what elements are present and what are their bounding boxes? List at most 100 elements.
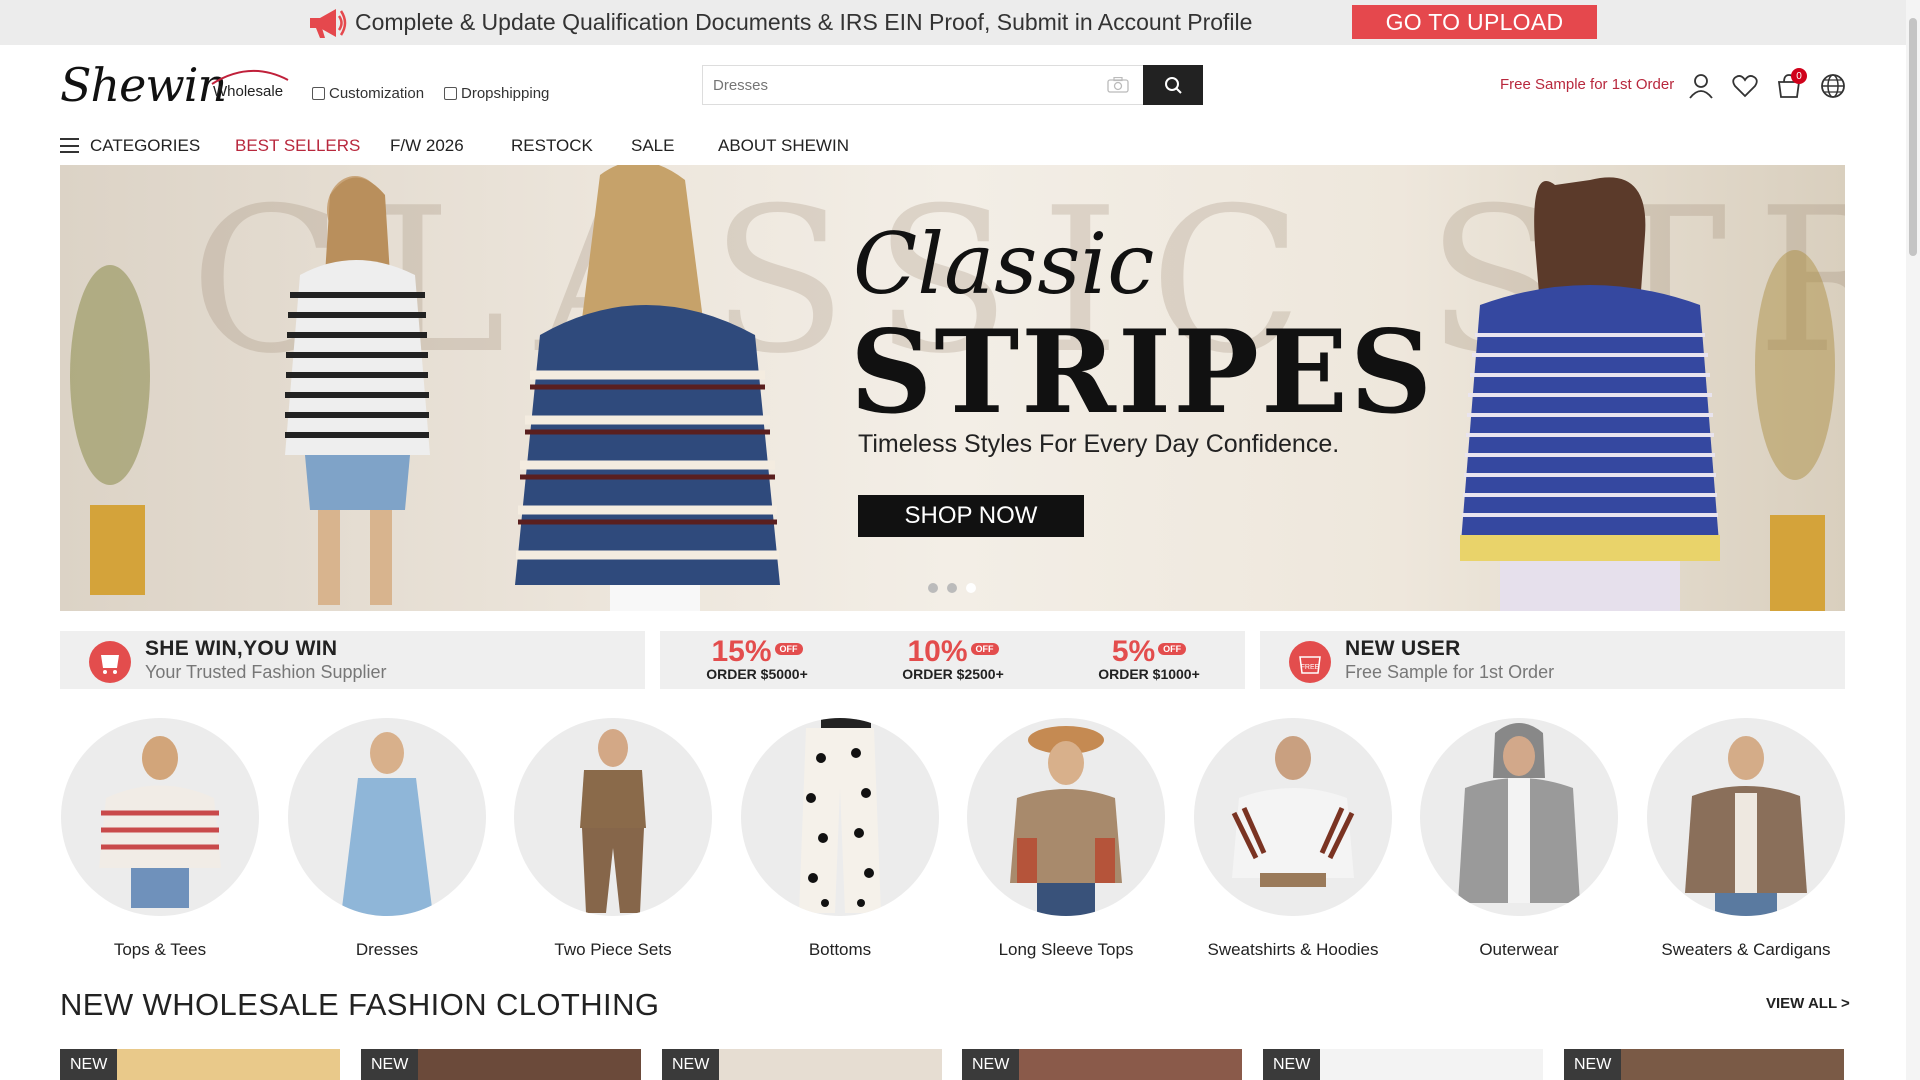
- discount-pct: 15%: [711, 635, 772, 668]
- svg-text:FREE: FREE: [1301, 664, 1320, 671]
- customization-icon: [312, 87, 325, 100]
- logo-script: Shewin: [60, 58, 227, 112]
- discount-order: ORDER $5000+: [706, 666, 808, 682]
- category-image: [288, 718, 486, 916]
- discount-tier-3: 5% OFF ORDER $1000+: [1079, 635, 1219, 682]
- section-title: NEW WHOLESALE FASHION CLOTHING: [60, 987, 660, 1022]
- promo-right-subtitle: Free Sample for 1st Order: [1345, 662, 1555, 682]
- search-icon: [1165, 77, 1182, 94]
- category-image: [514, 718, 712, 916]
- off-badge: OFF: [1158, 643, 1187, 655]
- hero-carousel-dots: [928, 583, 976, 593]
- discount-pct: 10%: [907, 635, 968, 668]
- category-label: Tops & Tees: [113, 940, 207, 959]
- product-card[interactable]: NEW: [962, 1049, 1242, 1080]
- category-image: [967, 718, 1165, 916]
- category-image: [1420, 718, 1618, 916]
- category-sweaters-cardigans[interactable]: Sweaters & Cardigans: [1646, 718, 1846, 960]
- category-image: [61, 718, 259, 916]
- view-all-link[interactable]: VIEW ALL >: [1766, 995, 1850, 1012]
- nav-sale[interactable]: SALE: [631, 136, 674, 156]
- page-scrollbar[interactable]: [1906, 0, 1920, 1080]
- wishlist-heart-icon[interactable]: [1731, 72, 1759, 100]
- nav-about-shewin[interactable]: ABOUT SHEWIN: [718, 136, 849, 156]
- nav-best-sellers[interactable]: BEST SELLERS: [235, 136, 360, 156]
- search-button[interactable]: [1143, 65, 1203, 105]
- category-bottoms[interactable]: Bottoms: [740, 718, 940, 960]
- off-badge: OFF: [774, 643, 803, 655]
- promo-new-user[interactable]: FREE NEW USER Free Sample for 1st Order: [1260, 631, 1845, 689]
- carousel-dot-2[interactable]: [947, 583, 957, 593]
- search-bar: [702, 65, 1203, 105]
- new-badge: NEW: [1564, 1049, 1622, 1080]
- hero-model-striped-sweater: [285, 176, 430, 605]
- promo-right-title: NEW USER: [1345, 637, 1461, 660]
- discount-order: ORDER $2500+: [902, 666, 1004, 682]
- off-badge: OFF: [970, 643, 999, 655]
- hero-tagline: Timeless Styles For Every Day Confidence…: [858, 430, 1340, 458]
- account-icon[interactable]: [1687, 72, 1715, 100]
- category-two-piece-sets[interactable]: Two Piece Sets: [513, 718, 713, 960]
- new-badge: NEW: [60, 1049, 118, 1080]
- dropshipping-icon: [444, 87, 457, 100]
- category-sweatshirts-hoodies[interactable]: Sweatshirts & Hoodies: [1193, 718, 1393, 960]
- hero-title-main: STRIPES: [850, 305, 1435, 439]
- nav-restock[interactable]: RESTOCK: [511, 136, 593, 156]
- discount-order: ORDER $1000+: [1098, 666, 1200, 682]
- product-card[interactable]: NEW: [1564, 1049, 1844, 1080]
- promo-left-subtitle: Your Trusted Fashion Supplier: [145, 662, 387, 682]
- category-label: Sweatshirts & Hoodies: [1207, 940, 1379, 959]
- go-to-upload-button[interactable]: GO TO UPLOAD: [1352, 5, 1597, 39]
- promo-discount-tiers: 15% OFF ORDER $5000+ 10% OFF ORDER $2500+ …: [660, 631, 1245, 689]
- new-badge: NEW: [361, 1049, 419, 1080]
- category-label: Long Sleeve Tops: [998, 940, 1134, 959]
- hero-title-script: Classic: [853, 215, 1155, 313]
- category-label: Sweaters & Cardigans: [1661, 940, 1831, 959]
- promo-trusted-supplier: SHE WIN,YOU WIN Your Trusted Fashion Sup…: [60, 631, 645, 689]
- announcement-bar: Complete & Update Qualification Document…: [0, 0, 1920, 45]
- menu-icon[interactable]: [60, 138, 79, 153]
- nav-categories[interactable]: CATEGORIES: [90, 136, 200, 156]
- hero-banner[interactable]: CLASSIC STRIPES: [60, 165, 1845, 611]
- product-card[interactable]: NEW: [1263, 1049, 1543, 1080]
- carousel-dot-3[interactable]: [966, 583, 976, 593]
- category-dresses[interactable]: Dresses: [287, 718, 487, 960]
- scrollbar-thumb[interactable]: [1909, 18, 1917, 256]
- globe-language-icon[interactable]: [1819, 72, 1847, 100]
- category-tops-tees[interactable]: Tops & Tees: [60, 718, 260, 960]
- new-badge: NEW: [1263, 1049, 1321, 1080]
- shewin-logo[interactable]: Shewin Wholesale: [60, 58, 290, 112]
- cart-count-badge: 0: [1791, 68, 1807, 84]
- category-outerwear[interactable]: Outerwear: [1419, 718, 1619, 960]
- free-sample-link[interactable]: Free Sample for 1st Order: [1500, 76, 1674, 93]
- category-long-sleeve-tops[interactable]: Long Sleeve Tops: [966, 718, 1166, 960]
- promo-left-title: SHE WIN,YOU WIN: [145, 637, 338, 660]
- product-card[interactable]: NEW: [60, 1049, 340, 1080]
- customization-label: Customization: [329, 85, 425, 102]
- discount-pct: 5%: [1111, 635, 1156, 668]
- new-badge: NEW: [962, 1049, 1020, 1080]
- dropshipping-label: Dropshipping: [461, 85, 550, 102]
- category-label: Bottoms: [808, 940, 872, 959]
- page: Complete & Update Qualification Document…: [0, 0, 1920, 1080]
- discount-tier-2: 10% OFF ORDER $2500+: [883, 635, 1023, 682]
- product-card[interactable]: NEW: [662, 1049, 942, 1080]
- product-card[interactable]: NEW: [361, 1049, 641, 1080]
- camera-search-icon[interactable]: [1107, 77, 1129, 93]
- free-gift-icon: FREE: [1289, 641, 1331, 683]
- logo-subtitle: Wholesale: [213, 83, 284, 100]
- category-label: Two Piece Sets: [554, 940, 672, 959]
- cart-badge-icon: [89, 641, 131, 683]
- category-label: Outerwear: [1479, 940, 1559, 959]
- customization-link[interactable]: Customization: [312, 85, 424, 102]
- hero-model-blue-striped-sweatshirt: [1460, 177, 1720, 611]
- search-input[interactable]: [703, 66, 1143, 104]
- dropshipping-link[interactable]: Dropshipping: [444, 85, 549, 102]
- new-badge: NEW: [662, 1049, 720, 1080]
- shop-now-button[interactable]: SHOP NOW: [858, 495, 1084, 537]
- plant-left-decoration: [70, 265, 150, 595]
- category-label: Dresses: [355, 940, 419, 959]
- nav-fw-2026[interactable]: F/W 2026: [390, 136, 464, 156]
- category-image: [1194, 718, 1392, 916]
- carousel-dot-1[interactable]: [928, 583, 938, 593]
